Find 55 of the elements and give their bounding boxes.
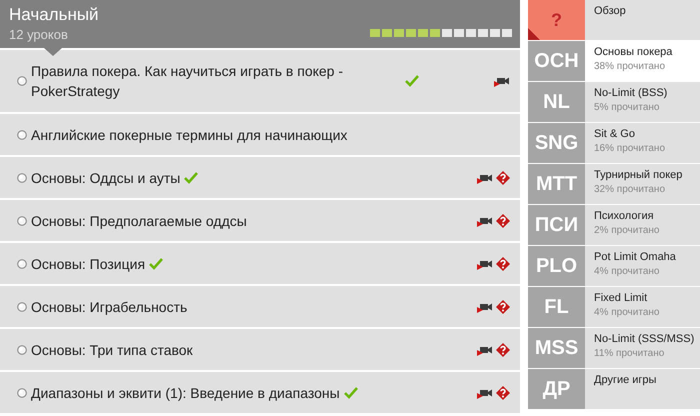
section-abbreviation: SNG — [534, 131, 578, 156]
section-title: Pot Limit Omaha — [594, 250, 676, 265]
sidebar-item[interactable]: ПСИ Психология 2% прочитано — [528, 205, 700, 245]
read-percentage: 11% прочитано — [594, 347, 666, 361]
section-abbreviation: PLO — [536, 254, 578, 279]
section-title: Sit & Go — [594, 127, 636, 142]
lesson-count: 12 уроков — [9, 26, 69, 44]
lesson-title: Английские покерные термины для начинающих — [31, 126, 348, 144]
lesson-row[interactable]: Правила покера. Как научиться играть в покер - PokerStrategy — [0, 50, 520, 112]
lesson-row[interactable]: Основы: Играбельность — [0, 286, 520, 327]
section-abbreviation: FL — [544, 295, 569, 320]
sidebar-item[interactable]: MTT Турнирный покер 32% прочитано — [528, 164, 700, 204]
lesson-title: Основы: Предполагаемые оддсы — [31, 212, 247, 230]
lesson-title: Правила покера. Как научиться играть в покер - PokerStrategy — [31, 62, 344, 101]
section-title: Другие игры — [594, 373, 656, 388]
read-percentage: 2% прочитано — [594, 224, 660, 238]
section-abbreviation: ПСИ — [534, 213, 578, 238]
section-title: Основы покера — [594, 45, 672, 60]
section-abbreviation: MTT — [536, 172, 578, 197]
lesson-title: Диапазоны и эквити (1): Введение в диапазоны — [31, 384, 340, 402]
lesson-title: Основы: Позиция — [31, 254, 146, 274]
lesson-row[interactable]: Основы: Три типа ставок — [0, 329, 520, 370]
sidebar-item[interactable]: ДР Другие игры — [528, 369, 700, 409]
section-abbreviation: ОСН — [534, 49, 579, 74]
sidebar-item[interactable]: ? Обзор — [528, 0, 700, 40]
section-title: No-Limit (BSS) — [594, 86, 668, 101]
lesson-row[interactable]: Диапазоны и эквити (1): Введение в диапазоны — [0, 372, 520, 413]
read-percentage: 5% прочитано — [594, 101, 660, 115]
sidebar-item[interactable]: NL No-Limit (BSS) 5% прочитано — [528, 82, 700, 122]
section-abbreviation: NL — [543, 90, 570, 115]
course-title: Начальный — [9, 4, 99, 26]
read-percentage: 32% прочитано — [594, 183, 666, 197]
sidebar-item[interactable]: SNG Sit & Go 16% прочитано — [528, 123, 700, 163]
read-percentage: 4% прочитано — [594, 306, 660, 320]
sidebar-item[interactable]: MSS No-Limit (SSS/MSS) 11% прочитано — [528, 328, 700, 368]
section-title: Fixed Limit — [594, 291, 648, 306]
section-title: Психология — [594, 209, 655, 224]
lesson-title: Основы: Три типа ставок — [31, 340, 193, 360]
lesson-row[interactable]: Основы: Позиция — [0, 243, 520, 284]
sidebar-item[interactable]: FL Fixed Limit 4% прочитано — [528, 287, 700, 327]
section-title: Турнирный покер — [594, 168, 682, 183]
section-abbreviation: ? — [551, 8, 562, 32]
section-abbreviation: ДР — [542, 377, 570, 402]
section-abbreviation: MSS — [534, 336, 578, 361]
read-percentage: 16% прочитано — [594, 142, 666, 156]
lesson-title: Основы: Играбельность — [31, 298, 188, 316]
section-title: No-Limit (SSS/MSS) — [594, 332, 694, 347]
lesson-row[interactable]: Основы: Оддсы и ауты — [0, 157, 520, 198]
lesson-row[interactable]: Основы: Предполагаемые оддсы — [0, 200, 520, 241]
read-percentage: 38% прочитано — [594, 60, 666, 74]
section-title: Обзор — [594, 4, 626, 19]
lesson-title: Основы: Оддсы и ауты — [31, 168, 180, 188]
read-percentage: 4% прочитано — [594, 265, 660, 279]
lesson-row[interactable]: Английские покерные термины для начинающих — [0, 114, 520, 155]
sidebar-item[interactable]: PLO Pot Limit Omaha 4% прочитано — [528, 246, 700, 286]
